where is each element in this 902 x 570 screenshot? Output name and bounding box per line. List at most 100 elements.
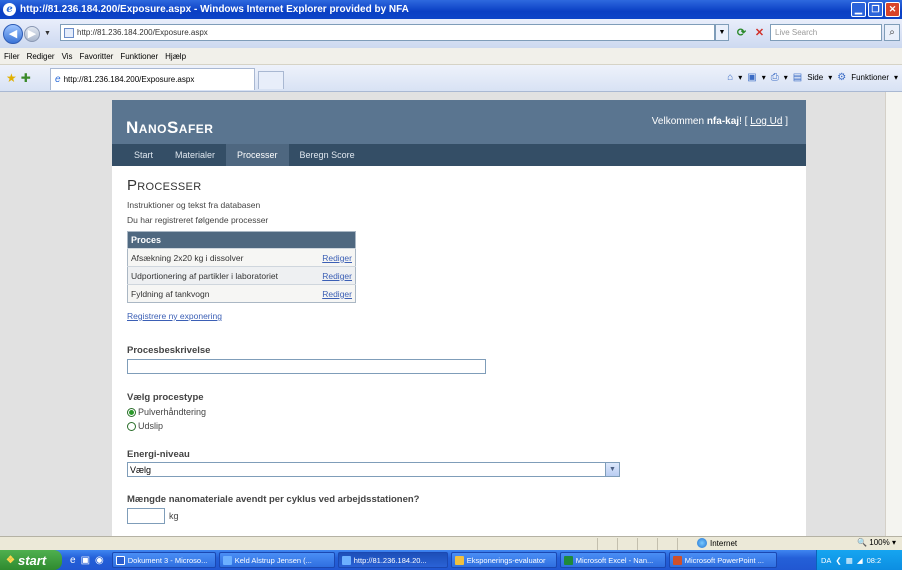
- word-icon: [115, 555, 125, 565]
- print-dropdown-icon[interactable]: ▾: [784, 73, 788, 82]
- amount-label: Mængde nanomateriale avendt per cyklus v…: [127, 494, 420, 505]
- address-dropdown-icon[interactable]: ▼: [715, 24, 729, 41]
- browser-tab[interactable]: e http://81.236.184.200/Exposure.aspx: [50, 68, 255, 90]
- description-input[interactable]: [127, 359, 486, 374]
- instructions-text: Instruktioner og tekst fra databasen: [127, 200, 261, 210]
- network-icon[interactable]: ▦: [846, 556, 853, 565]
- address-toolbar: ◀ ▶ ▼ http://81.236.184.200/Exposure.asp…: [0, 19, 902, 48]
- windows-flag-icon: ❖: [6, 554, 15, 566]
- powerpoint-icon: [672, 555, 682, 565]
- zoom-level[interactable]: 🔍 100% ▾: [857, 538, 896, 547]
- edit-link[interactable]: Rediger: [311, 284, 356, 303]
- energy-label: Energi-niveau: [127, 449, 190, 460]
- amount-input[interactable]: [127, 508, 165, 524]
- radio-unchecked-icon[interactable]: [127, 421, 136, 431]
- taskbar-item-folder[interactable]: Eksponerings-evaluator: [450, 552, 557, 568]
- search-input[interactable]: Live Search: [770, 24, 882, 41]
- window-controls: ▁ ❐ ✕: [851, 2, 900, 17]
- browser-viewport: NanoSafer Velkommen nfa-kaj! [ Log Ud ] …: [0, 92, 902, 536]
- status-bar: Internet 🔍 100% ▾: [0, 536, 902, 550]
- menu-item-tools[interactable]: Funktioner: [120, 52, 158, 61]
- description-label: Procesbeskrivelse: [127, 345, 211, 356]
- feeds-icon[interactable]: ▣: [747, 72, 756, 83]
- search-icon[interactable]: ⌕: [884, 24, 900, 41]
- page-menu-dropdown-icon[interactable]: ▾: [828, 73, 832, 82]
- menu-item-file[interactable]: Filer: [4, 52, 20, 61]
- table-row: Afsækning 2x20 kg i dissolver Rediger: [127, 248, 356, 267]
- taskbar-item-powerpoint[interactable]: Microsoft PowerPoint ...: [668, 552, 777, 568]
- energy-select[interactable]: Vælg ▼: [127, 462, 620, 477]
- address-field[interactable]: http://81.236.184.200/Exposure.aspx: [60, 24, 715, 41]
- add-favorite-icon[interactable]: ✚: [21, 71, 31, 85]
- radio-checked-icon[interactable]: [127, 407, 136, 417]
- ie-page-icon: e: [55, 74, 61, 85]
- amount-row: kg: [127, 508, 791, 524]
- status-divider: [657, 538, 658, 550]
- back-button[interactable]: ◀: [3, 23, 23, 44]
- home-dropdown-icon[interactable]: ▾: [738, 73, 742, 82]
- edit-link[interactable]: Rediger: [311, 248, 356, 267]
- globe-icon: [697, 538, 707, 548]
- ie-quicklaunch-icon[interactable]: e: [70, 555, 76, 566]
- radio-udslip[interactable]: Udslip: [127, 421, 791, 431]
- nav-beregn-score[interactable]: Beregn Score: [289, 144, 366, 166]
- excel-icon: [563, 555, 573, 565]
- media-quicklaunch-icon[interactable]: ◉: [95, 555, 104, 566]
- amount-unit: kg: [169, 511, 179, 521]
- feeds-dropdown-icon[interactable]: ▾: [762, 73, 766, 82]
- start-button[interactable]: ❖ start: [0, 550, 62, 570]
- quick-launch: e ▣ ◉: [70, 555, 104, 566]
- tab-label: http://81.236.184.200/Exposure.aspx: [63, 75, 195, 84]
- close-button[interactable]: ✕: [885, 2, 900, 17]
- nav-start[interactable]: Start: [123, 144, 164, 166]
- print-icon[interactable]: ⎙: [771, 72, 779, 83]
- page-menu-label[interactable]: Side: [807, 73, 823, 82]
- page-menu-icon[interactable]: ▤: [793, 72, 802, 83]
- taskbar-item-word[interactable]: Dokument 3 - Microso...: [111, 552, 216, 568]
- menu-item-view[interactable]: Vis: [62, 52, 73, 61]
- command-bar: ⌂ ▾ ▣ ▾ ⎙ ▾ ▤ Side ▾ ⚙ Funktioner ▾: [727, 72, 898, 83]
- main-content: Processer Instruktioner og tekst fra dat…: [112, 166, 806, 536]
- logout-link[interactable]: Log Ud: [750, 116, 782, 127]
- register-new-link[interactable]: Registrere ny exponering: [127, 311, 791, 321]
- taskbar-item-ie[interactable]: http://81.236.184.20...: [337, 552, 448, 568]
- ie-logo-icon: e: [3, 3, 16, 16]
- stop-icon[interactable]: ✕: [752, 25, 767, 40]
- taskbar-item-outlook[interactable]: Keld Alstrup Jensen (...: [218, 552, 335, 568]
- language-indicator[interactable]: DA: [821, 556, 831, 565]
- maximize-button[interactable]: ❐: [868, 2, 883, 17]
- page-title: Processer: [127, 177, 202, 194]
- edit-link[interactable]: Rediger: [311, 266, 356, 285]
- chevron-down-icon[interactable]: ▼: [605, 463, 619, 476]
- process-type-label: Vælg procestype: [127, 392, 204, 403]
- desktop-quicklaunch-icon[interactable]: ▣: [81, 555, 90, 566]
- security-zone[interactable]: Internet: [697, 538, 737, 548]
- menu-item-favorites[interactable]: Favoritter: [80, 52, 114, 61]
- site-logo[interactable]: NanoSafer: [126, 118, 213, 138]
- favorites-star-icon[interactable]: ★: [6, 71, 17, 85]
- forward-button[interactable]: ▶: [24, 25, 40, 42]
- radio-pulverhandtering[interactable]: Pulverhåndtering: [127, 407, 791, 417]
- minimize-button[interactable]: ▁: [851, 2, 866, 17]
- volume-icon[interactable]: ◢: [857, 556, 863, 565]
- history-dropdown-icon[interactable]: ▼: [44, 30, 51, 37]
- menu-item-help[interactable]: Hjælp: [165, 52, 186, 61]
- tools-gear-icon[interactable]: ⚙: [837, 72, 846, 83]
- new-tab-button[interactable]: [258, 71, 284, 89]
- start-label: start: [17, 552, 47, 568]
- tools-menu-dropdown-icon[interactable]: ▾: [894, 73, 898, 82]
- tray-arrow-icon[interactable]: ❮: [835, 556, 841, 565]
- zone-label: Internet: [710, 538, 738, 548]
- web-page: NanoSafer Velkommen nfa-kaj! [ Log Ud ] …: [112, 100, 806, 536]
- refresh-icon[interactable]: ⟳: [734, 25, 749, 40]
- menu-item-edit[interactable]: Rediger: [27, 52, 55, 61]
- status-divider: [677, 538, 678, 550]
- tools-menu-label[interactable]: Funktioner: [851, 73, 889, 82]
- home-icon[interactable]: ⌂: [727, 72, 733, 83]
- taskbar-item-excel[interactable]: Microsoft Excel - Nan...: [559, 552, 666, 568]
- status-divider: [597, 538, 598, 550]
- nav-materialer[interactable]: Materialer: [164, 144, 226, 166]
- nav-processer[interactable]: Processer: [226, 144, 289, 166]
- logout-open-bracket: ! [: [739, 116, 748, 127]
- vertical-scrollbar[interactable]: [885, 92, 902, 536]
